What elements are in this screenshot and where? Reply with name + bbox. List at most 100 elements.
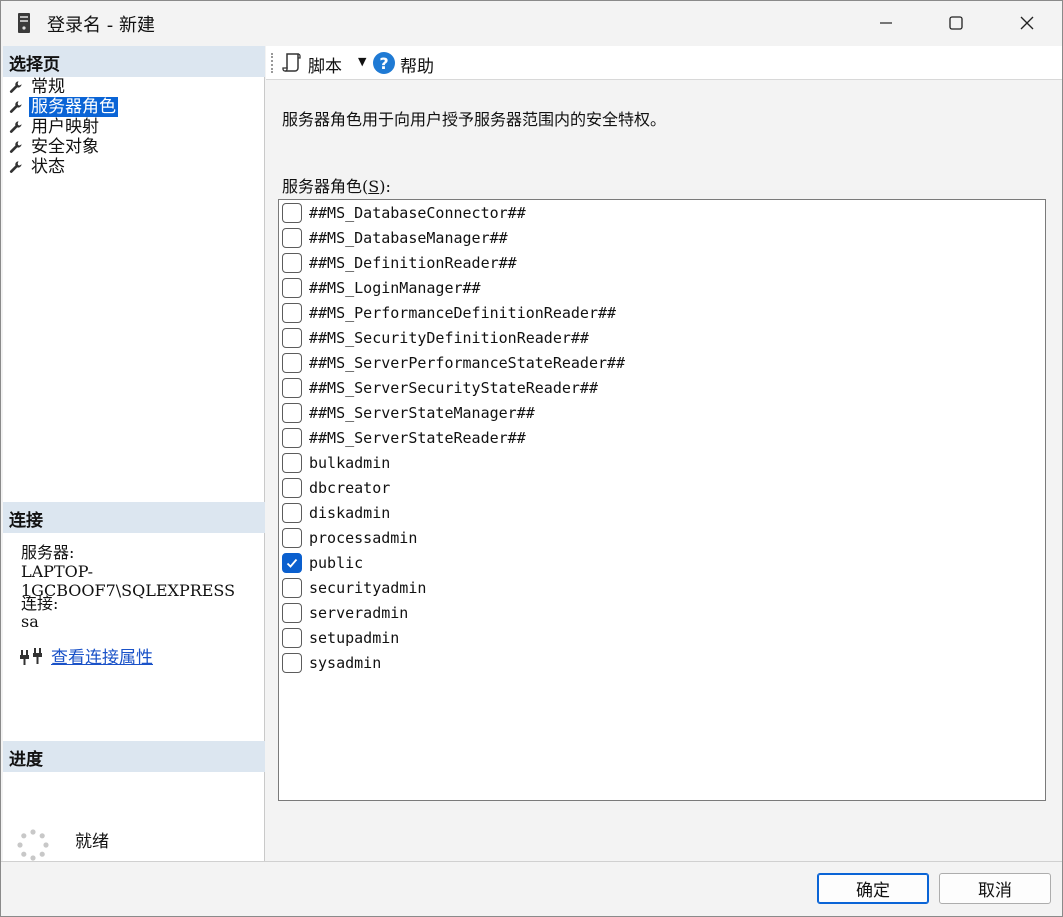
role-name: public bbox=[309, 553, 364, 572]
role-checkbox[interactable] bbox=[282, 427, 302, 448]
close-icon bbox=[1020, 16, 1034, 30]
page-list: 常规 服务器角色 用户映射 安全对象 状态 bbox=[9, 77, 259, 177]
role-checkbox[interactable] bbox=[282, 277, 302, 298]
role-row[interactable]: ##MS_DefinitionReader## bbox=[282, 250, 517, 275]
window-title: 登录名 - 新建 bbox=[47, 15, 155, 36]
role-name: ##MS_DefinitionReader## bbox=[309, 253, 517, 272]
role-row[interactable]: ##MS_DatabaseConnector## bbox=[282, 200, 526, 225]
server-roles-label-suffix: ): bbox=[379, 177, 391, 196]
ok-button[interactable]: 确定 bbox=[817, 873, 929, 904]
role-row[interactable]: ##MS_SecurityDefinitionReader## bbox=[282, 325, 589, 350]
role-row[interactable]: ##MS_ServerStateReader## bbox=[282, 425, 526, 450]
role-name: ##MS_ServerStateReader## bbox=[309, 428, 526, 447]
role-row[interactable]: ##MS_PerformanceDefinitionReader## bbox=[282, 300, 616, 325]
role-name: diskadmin bbox=[309, 503, 391, 522]
role-name: ##MS_SecurityDefinitionReader## bbox=[309, 328, 589, 347]
wrench-icon bbox=[9, 161, 22, 173]
role-checkbox[interactable] bbox=[282, 227, 302, 248]
page-item-server-roles[interactable]: 服务器角色 bbox=[9, 97, 259, 117]
role-name: serveradmin bbox=[309, 603, 409, 622]
wrench-icon bbox=[9, 101, 22, 113]
role-checkbox[interactable] bbox=[282, 452, 302, 473]
page-item-label: 用户映射 bbox=[31, 117, 99, 137]
progress-spinner-icon bbox=[17, 829, 49, 861]
role-row[interactable]: ##MS_ServerPerformanceStateReader## bbox=[282, 350, 625, 375]
server-label: 服务器: bbox=[21, 543, 75, 562]
page-item-securables[interactable]: 安全对象 bbox=[9, 137, 259, 157]
role-row[interactable]: ##MS_DatabaseManager## bbox=[282, 225, 508, 250]
role-name: setupadmin bbox=[309, 628, 400, 647]
server-roles-list[interactable]: ##MS_DatabaseConnector## ##MS_DatabaseMan… bbox=[278, 199, 1046, 801]
server-icon bbox=[18, 13, 30, 33]
page-item-general[interactable]: 常规 bbox=[9, 77, 259, 97]
checkmark-icon bbox=[286, 558, 298, 568]
role-row[interactable]: processadmin bbox=[282, 525, 417, 550]
toolbar: 脚本 ▼ ? 帮助 bbox=[266, 46, 1062, 80]
role-row[interactable]: bulkadmin bbox=[282, 450, 390, 475]
help-icon[interactable]: ? bbox=[373, 52, 395, 74]
role-name: ##MS_ServerPerformanceStateReader## bbox=[309, 353, 626, 372]
role-name: dbcreator bbox=[309, 478, 391, 497]
close-button[interactable] bbox=[992, 1, 1062, 45]
help-button[interactable]: 帮助 bbox=[400, 52, 434, 77]
role-checkbox[interactable] bbox=[282, 327, 302, 348]
minimize-button[interactable] bbox=[851, 1, 921, 45]
role-row[interactable]: diskadmin bbox=[282, 500, 390, 525]
server-roles-label-key: S bbox=[368, 177, 380, 196]
login-new-dialog: 登录名 - 新建 选择页 常规 服务器角色 用户映射 安全对象 状态 连接 服务… bbox=[0, 0, 1063, 917]
connection-label: 连接: bbox=[21, 594, 59, 613]
page-item-label: 状态 bbox=[31, 157, 65, 177]
role-row[interactable]: serveradmin bbox=[282, 600, 408, 625]
role-checkbox[interactable] bbox=[282, 352, 302, 373]
role-row[interactable]: dbcreator bbox=[282, 475, 390, 500]
role-checkbox[interactable] bbox=[282, 402, 302, 423]
role-name: ##MS_LoginManager## bbox=[309, 278, 481, 297]
right-pane: 脚本 ▼ ? 帮助 服务器角色用于向用户授予服务器范围内的安全特权。 服务器角色… bbox=[266, 46, 1062, 861]
maximize-button[interactable] bbox=[921, 1, 991, 45]
progress-status: 就绪 bbox=[75, 832, 109, 852]
role-row[interactable]: ##MS_LoginManager## bbox=[282, 275, 481, 300]
role-row[interactable]: ##MS_ServerStateManager## bbox=[282, 400, 535, 425]
role-checkbox[interactable] bbox=[282, 202, 302, 223]
role-checkbox[interactable] bbox=[282, 302, 302, 323]
role-checkbox[interactable] bbox=[282, 252, 302, 273]
role-checkbox[interactable] bbox=[282, 652, 302, 673]
role-name: ##MS_PerformanceDefinitionReader## bbox=[309, 303, 617, 322]
role-checkbox[interactable] bbox=[282, 577, 302, 598]
script-icon bbox=[282, 53, 301, 72]
dialog-footer: 确定 取消 bbox=[1, 861, 1062, 916]
role-name: ##MS_DatabaseManager## bbox=[309, 228, 508, 247]
view-connection-properties-link[interactable]: 查看连接属性 bbox=[51, 643, 153, 668]
server-roles-label-prefix: 服务器角色( bbox=[282, 177, 369, 196]
role-row[interactable]: ##MS_ServerSecurityStateReader## bbox=[282, 375, 598, 400]
toolbar-grip[interactable] bbox=[271, 53, 273, 73]
plug-icon bbox=[20, 648, 42, 665]
role-checkbox[interactable] bbox=[282, 477, 302, 498]
script-dropdown-arrow-icon[interactable]: ▼ bbox=[358, 55, 366, 68]
role-checkbox[interactable] bbox=[282, 502, 302, 523]
cancel-button[interactable]: 取消 bbox=[939, 873, 1051, 904]
role-checkbox[interactable] bbox=[282, 627, 302, 648]
title-bar[interactable]: 登录名 - 新建 bbox=[1, 1, 1062, 45]
role-checkbox[interactable] bbox=[282, 377, 302, 398]
role-checkbox[interactable] bbox=[282, 602, 302, 623]
role-row[interactable]: public bbox=[282, 550, 363, 575]
minimize-icon bbox=[880, 22, 892, 24]
wrench-icon bbox=[9, 141, 22, 153]
role-checkbox[interactable] bbox=[282, 527, 302, 548]
page-item-user-mapping[interactable]: 用户映射 bbox=[9, 117, 259, 137]
role-row[interactable]: sysadmin bbox=[282, 650, 381, 675]
role-name: processadmin bbox=[309, 528, 418, 547]
script-button[interactable]: 脚本 bbox=[308, 52, 342, 77]
role-row[interactable]: securityadmin bbox=[282, 575, 426, 600]
page-item-status[interactable]: 状态 bbox=[9, 157, 259, 177]
role-name: securityadmin bbox=[309, 578, 427, 597]
role-checkbox[interactable] bbox=[282, 552, 302, 573]
role-name: bulkadmin bbox=[309, 453, 391, 472]
page-item-label: 常规 bbox=[31, 77, 65, 97]
maximize-icon bbox=[949, 16, 963, 30]
role-row[interactable]: setupadmin bbox=[282, 625, 399, 650]
connection-value: sa bbox=[21, 612, 39, 631]
page-description: 服务器角色用于向用户授予服务器范围内的安全特权。 bbox=[282, 110, 667, 129]
page-item-label: 安全对象 bbox=[31, 137, 99, 157]
